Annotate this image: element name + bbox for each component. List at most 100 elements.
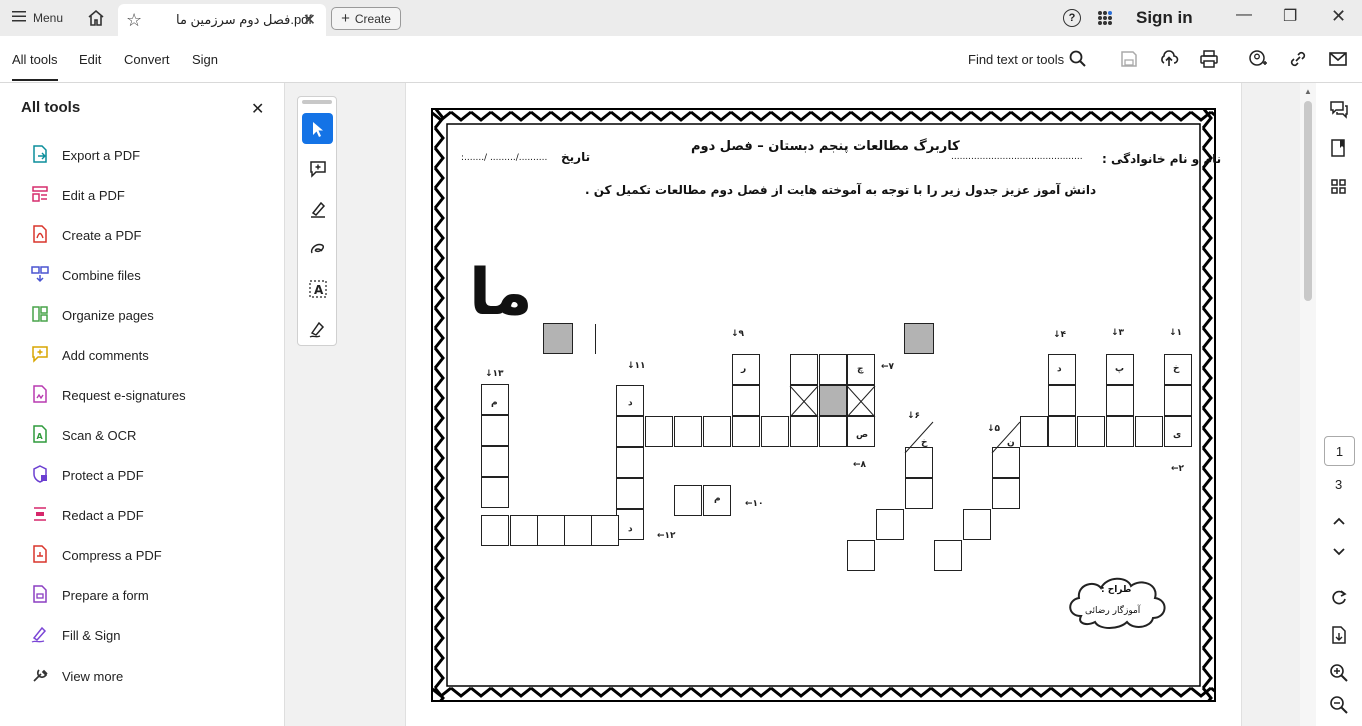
- tool-view-more[interactable]: View more: [30, 664, 123, 688]
- save-icon[interactable]: [1119, 49, 1139, 69]
- tool-label: Request e-signatures: [62, 387, 186, 403]
- current-page-field[interactable]: 1: [1324, 436, 1355, 466]
- tool-organize-pages[interactable]: Organize pages: [30, 303, 154, 327]
- link-icon[interactable]: [1288, 49, 1308, 69]
- crossword-cell: [905, 447, 933, 478]
- request-esign-icon: [30, 384, 50, 407]
- help-icon[interactable]: ?: [1063, 9, 1081, 27]
- tab-edit[interactable]: Edit: [79, 52, 101, 67]
- tool-scan-ocr[interactable]: A Scan & OCR: [30, 423, 136, 447]
- share-user-icon[interactable]: [1248, 49, 1268, 69]
- scroll-thumb[interactable]: [1304, 101, 1312, 301]
- crossword-cell: [732, 416, 760, 447]
- star-icon[interactable]: ☆: [126, 10, 142, 31]
- clue-number-text: ۶: [914, 411, 921, 421]
- add-comment-tool-icon[interactable]: [302, 153, 333, 184]
- cell-letter: ر: [741, 364, 747, 374]
- tool-add-comments[interactable]: Add comments: [30, 343, 149, 367]
- crossword-cell: [1048, 416, 1076, 447]
- page-extract-icon[interactable]: [1329, 625, 1349, 645]
- tool-protect-pdf[interactable]: Protect a PDF: [30, 463, 144, 487]
- crossword-cell: [819, 354, 847, 385]
- email-icon[interactable]: [1328, 49, 1348, 69]
- select-tool-icon[interactable]: [302, 113, 333, 144]
- tab-sign[interactable]: Sign: [192, 52, 218, 67]
- protect-pdf-icon: [30, 464, 50, 487]
- close-panel-icon[interactable]: ✕: [251, 99, 264, 119]
- add-comments-icon: [30, 344, 50, 367]
- tool-label: View more: [62, 668, 124, 684]
- tool-prepare-form[interactable]: Prepare a form: [30, 583, 149, 607]
- rotate-icon[interactable]: [1329, 588, 1349, 608]
- date-label: تاریخ: [561, 150, 591, 164]
- tool-request-esign[interactable]: Request e-signatures: [30, 383, 186, 407]
- cell-letter: د: [628, 524, 633, 534]
- clue-number-text: ۳: [1118, 328, 1125, 338]
- home-icon[interactable]: [86, 8, 108, 28]
- designer-cloud: [1069, 577, 1166, 629]
- text-select-tool-icon[interactable]: A: [302, 273, 333, 304]
- clue-number: ←۱۰: [745, 499, 764, 509]
- maximize-icon[interactable]: ❐: [1283, 6, 1297, 26]
- crossword-cell: [905, 478, 933, 509]
- drag-handle[interactable]: [302, 100, 332, 104]
- crossword-cell: [1135, 416, 1163, 447]
- apps-grid-icon[interactable]: [1097, 10, 1113, 26]
- chevron-down-icon[interactable]: [1329, 542, 1349, 562]
- clue-number: ←۸: [853, 460, 866, 470]
- designer-name: آموزگار رضائی: [1085, 606, 1141, 616]
- tool-redact-pdf[interactable]: Redact a PDF: [30, 503, 144, 527]
- tab-all-tools[interactable]: All tools: [12, 52, 58, 81]
- create-label: Create: [354, 11, 391, 26]
- close-tab-icon[interactable]: ✕: [303, 10, 316, 30]
- search-icon[interactable]: [1068, 49, 1088, 69]
- print-icon[interactable]: [1199, 49, 1219, 69]
- tool-fill-sign[interactable]: Fill & Sign: [30, 623, 121, 647]
- tool-compress-pdf[interactable]: Compress a PDF: [30, 543, 162, 567]
- worksheet-title: کاربرگ مطالعات پنجم دبستان – فصل دوم: [691, 139, 960, 154]
- document-tab[interactable]: ☆ فصل دوم سرزمین ما.pdf ✕: [118, 4, 326, 36]
- sign-in-button[interactable]: Sign in: [1136, 8, 1193, 28]
- tool-create-pdf[interactable]: Create a PDF: [30, 223, 141, 247]
- highlight-tool-icon[interactable]: [302, 193, 333, 224]
- upload-cloud-icon[interactable]: [1159, 49, 1179, 69]
- tool-export-pdf[interactable]: Export a PDF: [30, 143, 140, 167]
- cell-letter: د: [628, 398, 633, 408]
- crossword-cell: [790, 385, 818, 416]
- menu-button[interactable]: Menu: [12, 10, 63, 25]
- crossword-cell: [732, 385, 760, 416]
- designer-label: طراح :: [1101, 585, 1132, 595]
- bookmarks-icon[interactable]: [1329, 138, 1349, 158]
- minimize-icon[interactable]: —: [1236, 6, 1252, 24]
- zoom-out-icon[interactable]: [1329, 695, 1349, 715]
- cell-letter: م: [491, 398, 498, 408]
- name-line: ........................................…: [951, 152, 1083, 162]
- tool-edit-pdf[interactable]: Edit a PDF: [30, 183, 125, 207]
- arrow-left-icon: ←: [745, 499, 753, 509]
- tab-convert[interactable]: Convert: [124, 52, 170, 67]
- tool-combine-files[interactable]: Combine files: [30, 263, 141, 287]
- create-button[interactable]: + Create: [331, 7, 401, 30]
- zoom-in-icon[interactable]: [1329, 663, 1349, 683]
- thumbnails-icon[interactable]: [1329, 177, 1349, 197]
- scroll-up-arrow-icon[interactable]: ▲: [1304, 87, 1312, 96]
- find-text-label[interactable]: Find text or tools: [968, 52, 1064, 67]
- vertical-scrollbar[interactable]: ▲: [1300, 83, 1316, 726]
- comments-icon[interactable]: [1329, 99, 1349, 119]
- tool-label: Scan & OCR: [62, 427, 137, 443]
- arrow-down-icon: ↓: [485, 369, 493, 379]
- cell-letter: خ: [1173, 364, 1180, 374]
- crossword-cell: [761, 416, 789, 447]
- draw-tool-icon[interactable]: [302, 233, 333, 264]
- crossword-cell: [934, 540, 962, 571]
- pdf-page: کاربرگ مطالعات پنجم دبستان – فصل دوم نام…: [431, 108, 1221, 702]
- clue-number: ←۱۲: [657, 531, 676, 541]
- sign-tool-icon[interactable]: [302, 313, 333, 344]
- scan-ocr-icon: A: [30, 424, 50, 447]
- close-window-icon[interactable]: ✕: [1331, 6, 1346, 27]
- arrow-left-icon: ←: [1171, 464, 1179, 474]
- chevron-up-icon[interactable]: [1329, 511, 1349, 531]
- tool-label: Create a PDF: [62, 227, 142, 243]
- shaded-cell: [904, 323, 934, 354]
- crossword-cell: [963, 509, 991, 540]
